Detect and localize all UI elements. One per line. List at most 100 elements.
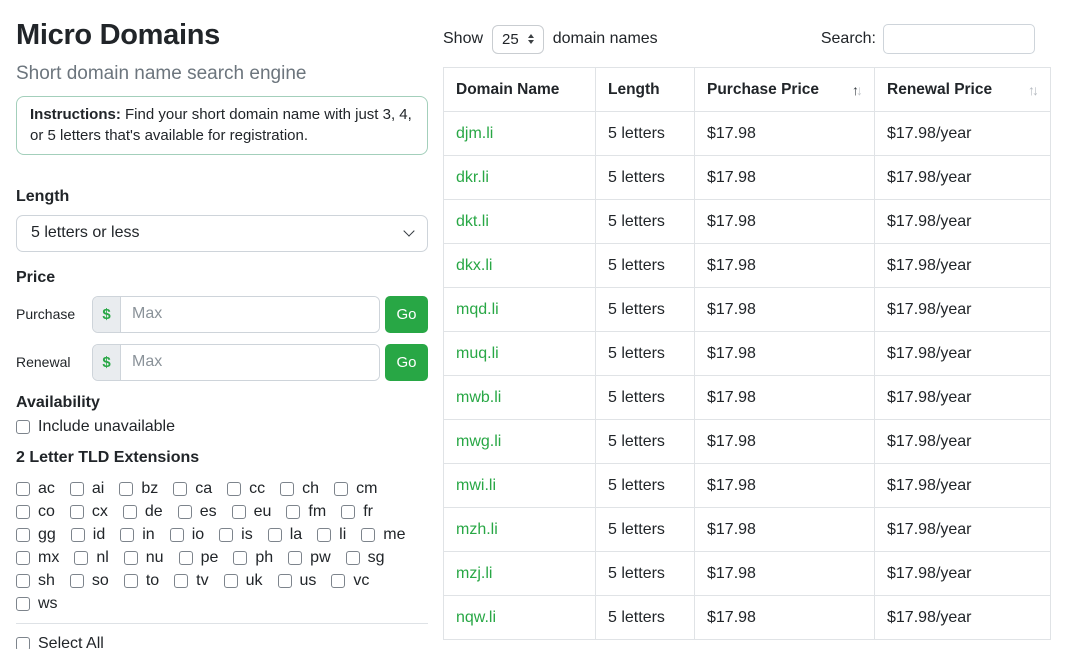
purchase-go-button[interactable]: Go xyxy=(385,296,428,333)
tld-checkbox-eu[interactable]: eu xyxy=(232,503,272,521)
checkbox[interactable] xyxy=(170,528,184,542)
tld-checkbox-in[interactable]: in xyxy=(120,526,154,544)
column-header-length[interactable]: Length xyxy=(596,68,695,112)
tld-checkbox-ac[interactable]: ac xyxy=(16,480,55,498)
checkbox[interactable] xyxy=(16,597,30,611)
checkbox[interactable] xyxy=(70,505,84,519)
tld-checkbox-ca[interactable]: ca xyxy=(173,480,212,498)
checkbox[interactable] xyxy=(124,551,138,565)
tld-checkbox-so[interactable]: so xyxy=(70,572,109,590)
domain-link[interactable]: mzh.li xyxy=(456,521,498,538)
domain-link[interactable]: dkx.li xyxy=(456,257,492,274)
column-header-renewal-price[interactable]: Renewal Price↑↓ xyxy=(875,68,1051,112)
checkbox[interactable] xyxy=(16,420,30,434)
checkbox[interactable] xyxy=(74,551,88,565)
tld-checkbox-cm[interactable]: cm xyxy=(334,480,377,498)
tld-checkbox-sg[interactable]: sg xyxy=(346,549,385,567)
checkbox[interactable] xyxy=(331,574,345,588)
purchase-max-input[interactable] xyxy=(121,297,379,332)
checkbox[interactable] xyxy=(361,528,375,542)
column-header-purchase-price[interactable]: Purchase Price↑↓ xyxy=(695,68,875,112)
checkbox[interactable] xyxy=(178,505,192,519)
checkbox[interactable] xyxy=(70,482,84,496)
domain-link[interactable]: mqd.li xyxy=(456,301,499,318)
checkbox[interactable] xyxy=(174,574,188,588)
select-all-checkbox[interactable]: Select All xyxy=(16,635,428,649)
page-size-select[interactable]: 25 xyxy=(492,25,544,54)
checkbox[interactable] xyxy=(278,574,292,588)
tld-checkbox-la[interactable]: la xyxy=(268,526,302,544)
tld-checkbox-fr[interactable]: fr xyxy=(341,503,373,521)
tld-checkbox-io[interactable]: io xyxy=(170,526,204,544)
tld-checkbox-nl[interactable]: nl xyxy=(74,549,108,567)
tld-checkbox-cx[interactable]: cx xyxy=(70,503,108,521)
tld-checkbox-fm[interactable]: fm xyxy=(286,503,326,521)
tld-checkbox-de[interactable]: de xyxy=(123,503,163,521)
checkbox[interactable] xyxy=(120,528,134,542)
checkbox[interactable] xyxy=(346,551,360,565)
tld-checkbox-is[interactable]: is xyxy=(219,526,253,544)
domain-link[interactable]: mwg.li xyxy=(456,433,501,450)
checkbox[interactable] xyxy=(280,482,294,496)
tld-checkbox-ai[interactable]: ai xyxy=(70,480,104,498)
tld-checkbox-uk[interactable]: uk xyxy=(224,572,263,590)
checkbox[interactable] xyxy=(16,551,30,565)
checkbox[interactable] xyxy=(268,528,282,542)
include-unavailable-checkbox[interactable]: Include unavailable xyxy=(16,418,428,436)
tld-checkbox-mx[interactable]: mx xyxy=(16,549,59,567)
checkbox[interactable] xyxy=(173,482,187,496)
tld-checkbox-to[interactable]: to xyxy=(124,572,159,590)
renewal-max-input[interactable] xyxy=(121,345,379,380)
domain-link[interactable]: mzj.li xyxy=(456,565,492,582)
tld-checkbox-cc[interactable]: cc xyxy=(227,480,265,498)
checkbox[interactable] xyxy=(71,528,85,542)
domain-link[interactable]: mwb.li xyxy=(456,389,501,406)
search-input[interactable] xyxy=(883,24,1035,54)
checkbox[interactable] xyxy=(219,528,233,542)
checkbox[interactable] xyxy=(119,482,133,496)
tld-checkbox-li[interactable]: li xyxy=(317,526,346,544)
checkbox[interactable] xyxy=(232,505,246,519)
checkbox[interactable] xyxy=(16,574,30,588)
checkbox[interactable] xyxy=(16,505,30,519)
checkbox[interactable] xyxy=(123,505,137,519)
checkbox[interactable] xyxy=(286,505,300,519)
tld-checkbox-bz[interactable]: bz xyxy=(119,480,158,498)
domain-link[interactable]: nqw.li xyxy=(456,609,496,626)
checkbox[interactable] xyxy=(16,482,30,496)
checkbox[interactable] xyxy=(334,482,348,496)
domain-link[interactable]: muq.li xyxy=(456,345,499,362)
tld-checkbox-id[interactable]: id xyxy=(71,526,105,544)
checkbox[interactable] xyxy=(317,528,331,542)
checkbox[interactable] xyxy=(224,574,238,588)
tld-checkbox-ch[interactable]: ch xyxy=(280,480,319,498)
tld-checkbox-sh[interactable]: sh xyxy=(16,572,55,590)
checkbox[interactable] xyxy=(16,637,30,649)
tld-checkbox-us[interactable]: us xyxy=(278,572,317,590)
tld-checkbox-nu[interactable]: nu xyxy=(124,549,164,567)
domain-link[interactable]: djm.li xyxy=(456,125,493,142)
domain-link[interactable]: dkt.li xyxy=(456,213,489,230)
tld-checkbox-pw[interactable]: pw xyxy=(288,549,330,567)
checkbox[interactable] xyxy=(16,528,30,542)
tld-checkbox-tv[interactable]: tv xyxy=(174,572,208,590)
checkbox[interactable] xyxy=(227,482,241,496)
tld-checkbox-me[interactable]: me xyxy=(361,526,405,544)
tld-checkbox-gg[interactable]: gg xyxy=(16,526,56,544)
checkbox[interactable] xyxy=(233,551,247,565)
tld-checkbox-co[interactable]: co xyxy=(16,503,55,521)
checkbox[interactable] xyxy=(179,551,193,565)
column-header-domain-name[interactable]: Domain Name xyxy=(444,68,596,112)
domain-link[interactable]: mwi.li xyxy=(456,477,496,494)
tld-checkbox-ph[interactable]: ph xyxy=(233,549,273,567)
length-select[interactable]: 5 letters or less xyxy=(16,215,428,252)
renewal-go-button[interactable]: Go xyxy=(385,344,428,381)
tld-checkbox-ws[interactable]: ws xyxy=(16,595,58,613)
checkbox[interactable] xyxy=(124,574,138,588)
tld-checkbox-es[interactable]: es xyxy=(178,503,217,521)
tld-checkbox-vc[interactable]: vc xyxy=(331,572,369,590)
checkbox[interactable] xyxy=(288,551,302,565)
tld-checkbox-pe[interactable]: pe xyxy=(179,549,219,567)
domain-link[interactable]: dkr.li xyxy=(456,169,489,186)
checkbox[interactable] xyxy=(70,574,84,588)
